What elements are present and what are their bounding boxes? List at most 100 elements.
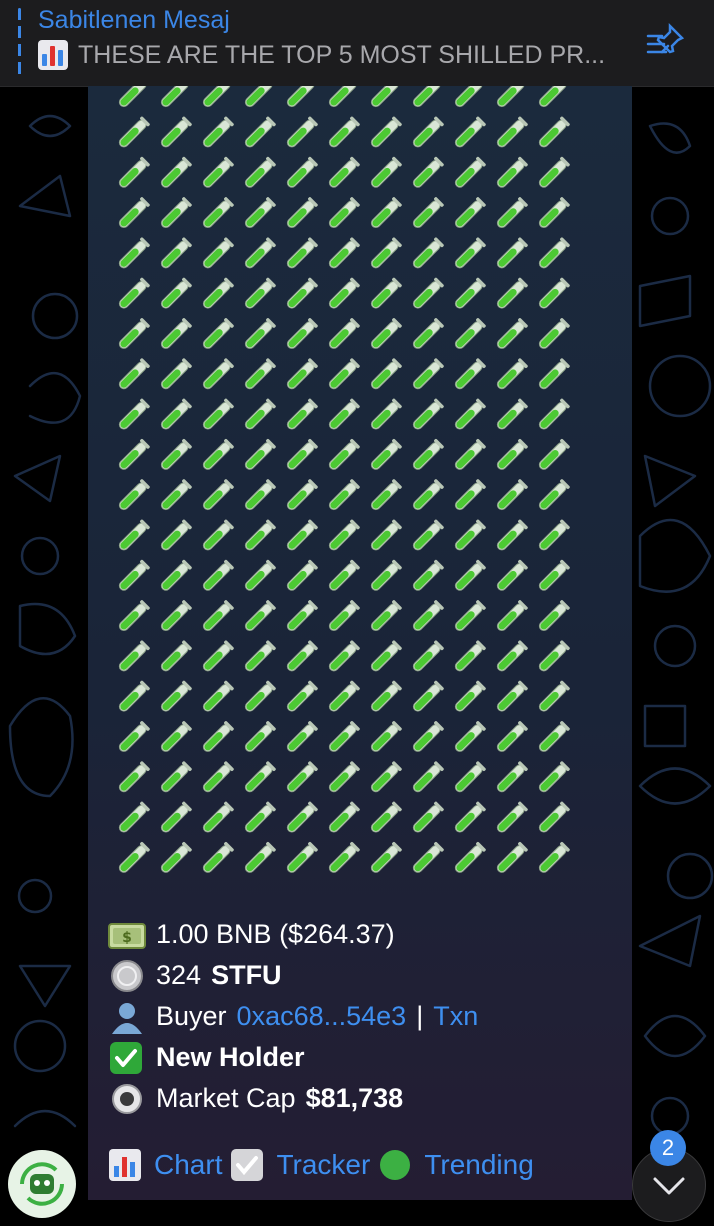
test-tube-icon bbox=[496, 479, 528, 511]
test-tube-icon bbox=[370, 116, 402, 148]
test-tube-icon bbox=[496, 156, 528, 188]
pinned-message-bar[interactable]: Sabitlenen Mesaj THESE ARE THE TOP 5 MOS… bbox=[0, 0, 714, 87]
test-tube-icon bbox=[286, 721, 318, 752]
amount-line: $ 1.00 BNB ($264.37) bbox=[108, 914, 478, 955]
green-circle-icon bbox=[378, 1148, 416, 1182]
bot-avatar[interactable] bbox=[8, 1150, 76, 1218]
test-tube-icon bbox=[454, 197, 486, 229]
test-tube-icon bbox=[454, 398, 486, 430]
test-tube-icon bbox=[370, 438, 402, 470]
test-tube-icon bbox=[244, 318, 276, 349]
test-tube-icon bbox=[118, 761, 150, 793]
trade-info: $ 1.00 BNB ($264.37) 324 STFU Buyer 0xac… bbox=[108, 914, 478, 1119]
test-tube-icon bbox=[370, 277, 402, 309]
test-tube-icon bbox=[244, 277, 276, 309]
test-tube-icon bbox=[454, 680, 486, 712]
test-tube-icon bbox=[328, 841, 360, 873]
link-row: Chart Tracker Trending bbox=[108, 1148, 534, 1182]
test-tube-icon bbox=[412, 479, 444, 511]
buyer-address-link[interactable]: 0xac68...54e3 bbox=[237, 1001, 407, 1032]
token-line: 324 STFU bbox=[108, 955, 478, 996]
test-tube-icon bbox=[286, 156, 318, 188]
test-tube-icon bbox=[244, 519, 276, 551]
test-tube-icon bbox=[496, 801, 528, 833]
test-tube-icon bbox=[496, 438, 528, 470]
buyer-line: Buyer 0xac68...54e3 | Txn bbox=[108, 996, 478, 1037]
test-tube-icon bbox=[118, 318, 150, 349]
test-tube-icon bbox=[118, 438, 150, 470]
test-tube-icon bbox=[202, 600, 234, 632]
test-tube-icon bbox=[454, 318, 486, 349]
test-tube-icon bbox=[202, 86, 231, 108]
test-tube-icon bbox=[286, 519, 318, 551]
new-holder-line: New Holder bbox=[108, 1037, 478, 1078]
test-tube-icon bbox=[538, 197, 570, 229]
test-tube-icon bbox=[370, 640, 402, 672]
test-tube-icon bbox=[244, 197, 276, 229]
test-tube-icon bbox=[160, 841, 192, 873]
test-tube-icon bbox=[496, 640, 528, 672]
test-tube-icon bbox=[160, 600, 192, 632]
test-tube-icon bbox=[370, 479, 402, 511]
test-tube-icon bbox=[286, 398, 318, 430]
test-tube-icon bbox=[328, 640, 360, 672]
test-tube-icon bbox=[160, 721, 192, 752]
test-tube-icon bbox=[454, 438, 486, 470]
test-tube-icon bbox=[496, 841, 528, 873]
txn-link[interactable]: Txn bbox=[433, 1001, 478, 1032]
test-tube-icon bbox=[496, 86, 525, 108]
unread-count-badge: 2 bbox=[650, 1130, 686, 1166]
test-tube-icon bbox=[118, 237, 150, 269]
money-icon: $ bbox=[108, 918, 146, 952]
test-tube-icon bbox=[328, 398, 360, 430]
test-tube-icon bbox=[118, 519, 150, 551]
test-tube-icon bbox=[370, 86, 399, 108]
test-tube-icon bbox=[286, 358, 318, 390]
separator: | bbox=[416, 1001, 424, 1031]
test-tube-icon bbox=[412, 197, 444, 229]
test-tube-icon bbox=[412, 721, 444, 752]
test-tube-icon bbox=[538, 600, 570, 632]
test-tube-icon bbox=[412, 640, 444, 672]
test-tube-icon bbox=[538, 841, 570, 873]
test-tube-icon bbox=[328, 438, 360, 470]
trending-link[interactable]: Trending bbox=[424, 1149, 533, 1181]
test-tube-icon bbox=[412, 438, 444, 470]
checkbox-icon bbox=[230, 1148, 268, 1182]
test-tube-icon bbox=[370, 197, 402, 229]
test-tube-icon bbox=[202, 116, 234, 148]
test-tube-icon bbox=[454, 640, 486, 672]
test-tube-icon bbox=[538, 438, 570, 470]
market-cap-label: Market Cap bbox=[156, 1083, 296, 1113]
test-tube-icon bbox=[286, 197, 318, 229]
pin-list-icon[interactable] bbox=[646, 22, 686, 62]
test-tube-icon bbox=[370, 600, 402, 632]
test-tube-icon bbox=[202, 237, 234, 269]
test-tube-icon bbox=[328, 156, 360, 188]
test-tube-icon bbox=[160, 479, 192, 511]
test-tube-icon bbox=[412, 358, 444, 390]
test-tube-icon bbox=[454, 761, 486, 793]
test-tube-icon bbox=[118, 86, 147, 108]
test-tube-icon bbox=[118, 680, 150, 712]
test-tube-icon bbox=[118, 116, 150, 148]
test-tube-icon bbox=[160, 801, 192, 833]
test-tube-icon bbox=[496, 600, 528, 632]
test-tube-icon bbox=[538, 479, 570, 511]
chart-link[interactable]: Chart bbox=[154, 1149, 222, 1181]
test-tube-icon bbox=[118, 277, 150, 309]
test-tube-icon bbox=[412, 680, 444, 712]
test-tube-icon bbox=[370, 559, 402, 591]
test-tube-icon bbox=[202, 640, 234, 672]
test-tube-icon bbox=[244, 841, 276, 873]
test-tube-icon bbox=[454, 277, 486, 309]
test-tube-icon bbox=[538, 761, 570, 793]
test-tube-icon bbox=[370, 237, 402, 269]
test-tube-icon bbox=[412, 156, 444, 188]
tracker-link[interactable]: Tracker bbox=[276, 1149, 370, 1181]
test-tube-icon bbox=[454, 156, 486, 188]
test-tube-icon bbox=[244, 680, 276, 712]
test-tube-icon bbox=[370, 519, 402, 551]
test-tube-icon bbox=[286, 761, 318, 793]
test-tube-icon bbox=[202, 398, 234, 430]
